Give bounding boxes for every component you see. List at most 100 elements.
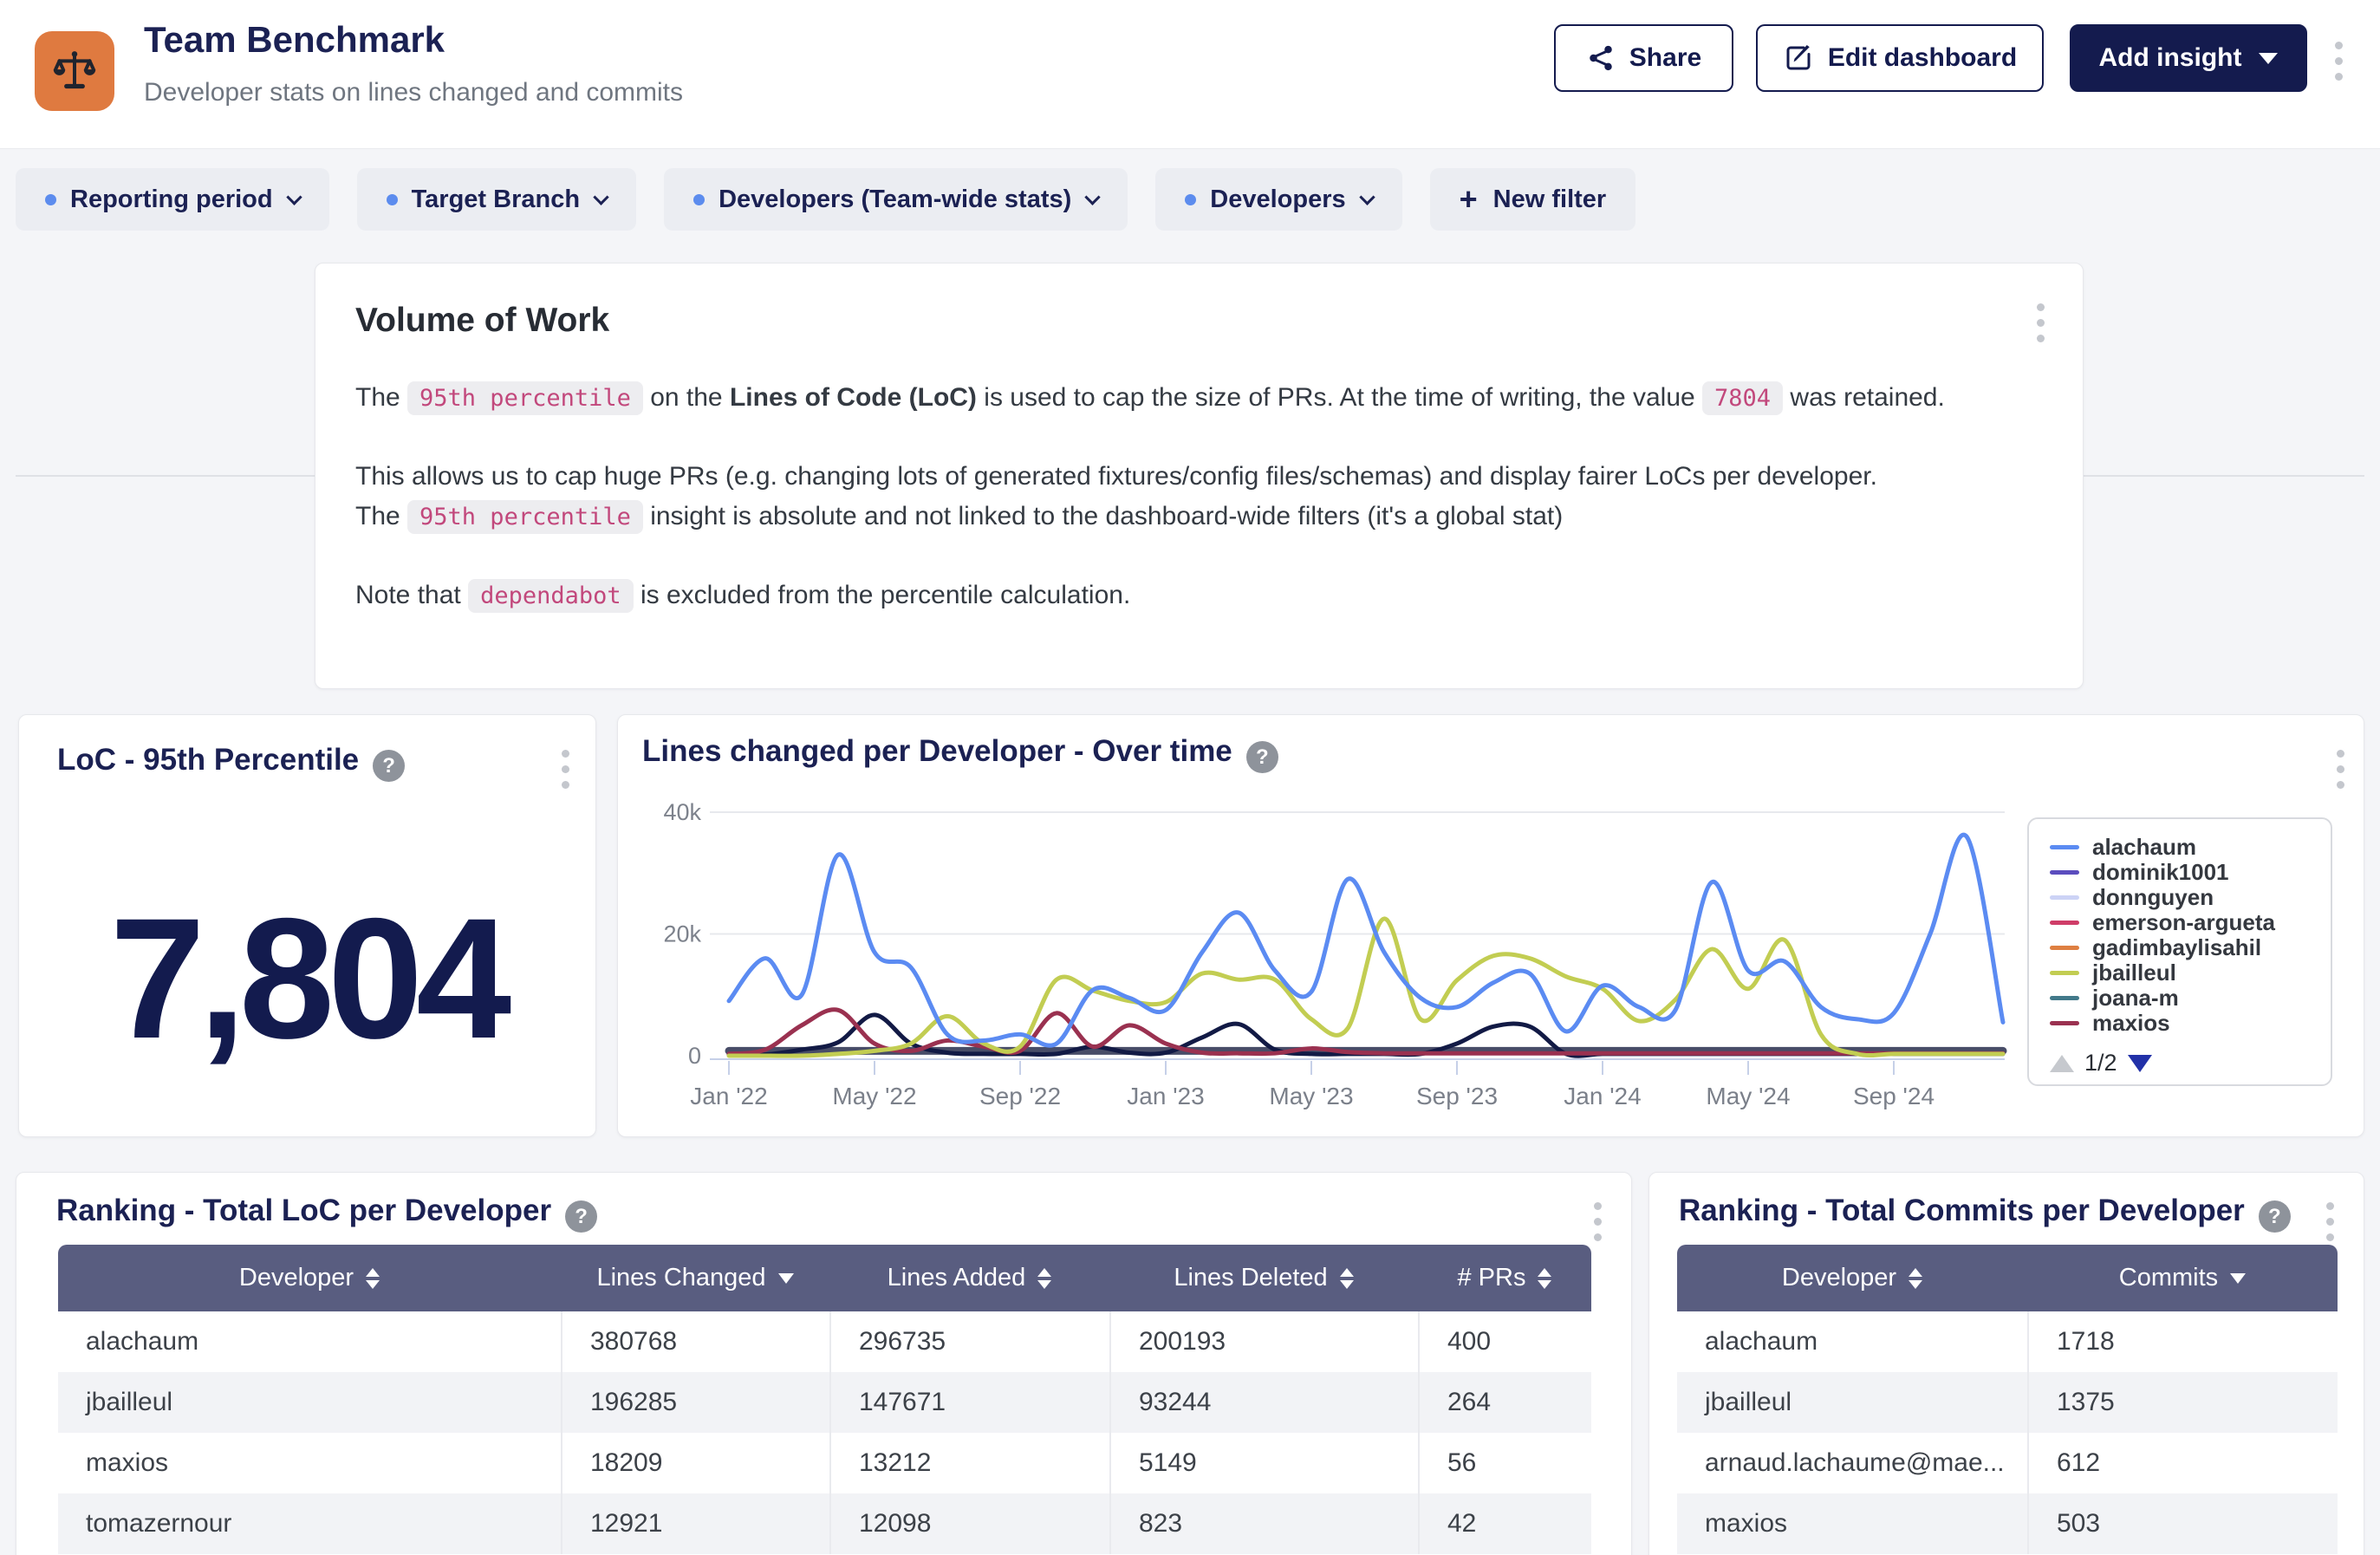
legend-item-alachaum[interactable]: alachaum (2050, 835, 2331, 860)
sort-desc-icon (2230, 1273, 2246, 1284)
help-icon[interactable]: ? (565, 1200, 597, 1233)
value-cell: 400 (1418, 1311, 1591, 1372)
table-row: arnaud.lachaume@mae...612 (1677, 1433, 2338, 1493)
volume-paragraph-2: This allows us to cap huge PRs (e.g. cha… (355, 457, 2043, 537)
filter-developers-teamwide[interactable]: Developers (Team-wide stats) (664, 168, 1128, 231)
legend-item-gadimbaylisahil[interactable]: gadimbaylisahil (2050, 935, 2331, 960)
card-title: Ranking - Total LoC per Developer (56, 1194, 551, 1228)
value-cell: 200193 (1109, 1311, 1418, 1372)
legend-item-jbailleul[interactable]: jbailleul (2050, 960, 2331, 986)
card-kebab-menu[interactable] (562, 750, 569, 789)
filter-active-dot (387, 194, 398, 205)
card-title: Ranking - Total Commits per Developer (1679, 1194, 2245, 1228)
table-row: jbailleul1375 (1677, 1372, 2338, 1433)
ranking-commits-card: Ranking - Total Commits per Developer? D… (1648, 1172, 2364, 1555)
value-cell: 1718 (2027, 1311, 2338, 1372)
legend-item-joana-m[interactable]: joana-m (2050, 986, 2331, 1011)
filter-bar: Reporting period Target Branch Developer… (16, 168, 1635, 231)
add-insight-button-label: Add insight (2099, 43, 2242, 73)
help-icon[interactable]: ? (2259, 1200, 2291, 1233)
plus-icon: + (1460, 184, 1478, 215)
card-title: LoC - 95th Percentile (57, 743, 359, 778)
sort-icon (1340, 1268, 1354, 1289)
legend-page-up-icon[interactable] (2050, 1055, 2074, 1072)
filter-active-dot (693, 194, 705, 205)
value-cell: 93244 (1109, 1372, 1418, 1433)
value-cell: 13212 (829, 1433, 1109, 1493)
column-header-lines-deleted[interactable]: Lines Deleted (1109, 1245, 1418, 1311)
sort-icon (1909, 1268, 1922, 1289)
column-header-developer[interactable]: Developer (58, 1245, 561, 1311)
edit-dashboard-button[interactable]: Edit dashboard (1756, 24, 2044, 92)
commits-ranking-table: DeveloperCommitsalachaum1718jbailleul137… (1677, 1245, 2338, 1554)
developer-cell: maxios (58, 1433, 561, 1493)
column-header-lines-added[interactable]: Lines Added (829, 1245, 1109, 1311)
edit-icon (1783, 42, 1814, 74)
value-cell: 296735 (829, 1311, 1109, 1372)
value-cell: 12921 (561, 1493, 829, 1554)
value-cell: 823 (1109, 1493, 1418, 1554)
legend-label: joana-m (2092, 985, 2179, 1012)
sort-icon (1037, 1268, 1051, 1289)
legend-swatch (2050, 996, 2079, 1000)
legend-item-emerson-argueta[interactable]: emerson-argueta (2050, 910, 2331, 935)
filter-developers[interactable]: Developers (1155, 168, 1401, 231)
new-filter-button[interactable]: + New filter (1430, 168, 1636, 231)
chevron-down-icon (286, 189, 302, 205)
share-icon (1586, 43, 1616, 73)
column-header-lines-changed[interactable]: Lines Changed (561, 1245, 829, 1311)
edit-dashboard-button-label: Edit dashboard (1828, 43, 2017, 73)
value-cell: 12098 (829, 1493, 1109, 1554)
legend-swatch (2050, 971, 2079, 975)
legend-item-donnguyen[interactable]: donnguyen (2050, 885, 2331, 910)
svg-text:Sep '24: Sep '24 (1853, 1083, 1935, 1109)
legend-item-maxios[interactable]: maxios (2050, 1011, 2331, 1036)
code-chip: 7804 (1702, 381, 1783, 415)
share-button-label: Share (1629, 43, 1701, 73)
ranking-loc-card: Ranking - Total LoC per Developer? Devel… (16, 1172, 1632, 1555)
volume-of-work-card: Volume of Work The 95th percentile on th… (315, 263, 2084, 689)
developer-cell: jbailleul (1677, 1372, 2027, 1433)
help-icon[interactable]: ? (373, 750, 405, 782)
value-cell: 1375 (2027, 1372, 2338, 1433)
legend-swatch (2050, 870, 2079, 875)
chevron-down-icon (593, 189, 608, 205)
column-header-commits[interactable]: Commits (2027, 1245, 2338, 1311)
card-kebab-menu[interactable] (2037, 303, 2045, 342)
svg-text:Sep '22: Sep '22 (979, 1083, 1061, 1109)
table-row: maxios503 (1677, 1493, 2338, 1554)
volume-paragraph-3: Note that dependabot is excluded from th… (355, 576, 2043, 616)
table-row: maxios1820913212514956 (58, 1433, 1591, 1493)
header-kebab-menu[interactable] (2335, 42, 2343, 81)
legend-item-dominik1001[interactable]: dominik1001 (2050, 860, 2331, 885)
card-kebab-menu[interactable] (1594, 1202, 1602, 1241)
legend-swatch (2050, 845, 2079, 849)
table-row: jbailleul19628514767193244264 (58, 1372, 1591, 1433)
loc-95th-percentile-card: LoC - 95th Percentile? 7,804 (18, 714, 596, 1137)
filter-reporting-period[interactable]: Reporting period (16, 168, 329, 231)
filter-target-branch[interactable]: Target Branch (357, 168, 636, 231)
chart-legend-items: alachaumdominik1001donnguyenemerson-argu… (2050, 835, 2331, 1039)
svg-text:40k: 40k (663, 799, 701, 825)
legend-label: alachaum (2092, 835, 2196, 861)
legend-page-indicator: 1/2 (2084, 1050, 2117, 1077)
legend-label: dominik1001 (2092, 859, 2229, 886)
dashboard-page: Team Benchmark Developer stats on lines … (0, 0, 2380, 1555)
lines-changed-chart-card: Lines changed per Developer - Over time?… (617, 714, 2364, 1137)
chevron-down-icon (2259, 53, 2278, 64)
legend-page-down-icon[interactable] (2128, 1055, 2152, 1072)
add-insight-button[interactable]: Add insight (2070, 24, 2307, 92)
share-button[interactable]: Share (1554, 24, 1733, 92)
column-header-developer[interactable]: Developer (1677, 1245, 2027, 1311)
loc-ranking-table: DeveloperLines ChangedLines AddedLines D… (58, 1245, 1591, 1554)
sort-desc-icon (778, 1273, 794, 1284)
card-title: Volume of Work (355, 302, 2043, 340)
table-row: alachaum1718 (1677, 1311, 2338, 1372)
chart-legend: alachaumdominik1001donnguyenemerson-argu… (2027, 817, 2332, 1086)
card-kebab-menu[interactable] (2326, 1202, 2334, 1241)
page-title: Team Benchmark (144, 19, 445, 61)
column-header--prs[interactable]: # PRs (1418, 1245, 1591, 1311)
legend-label: maxios (2092, 1010, 2170, 1037)
value-cell: 264 (1418, 1372, 1591, 1433)
developer-cell: maxios (1677, 1493, 2027, 1554)
